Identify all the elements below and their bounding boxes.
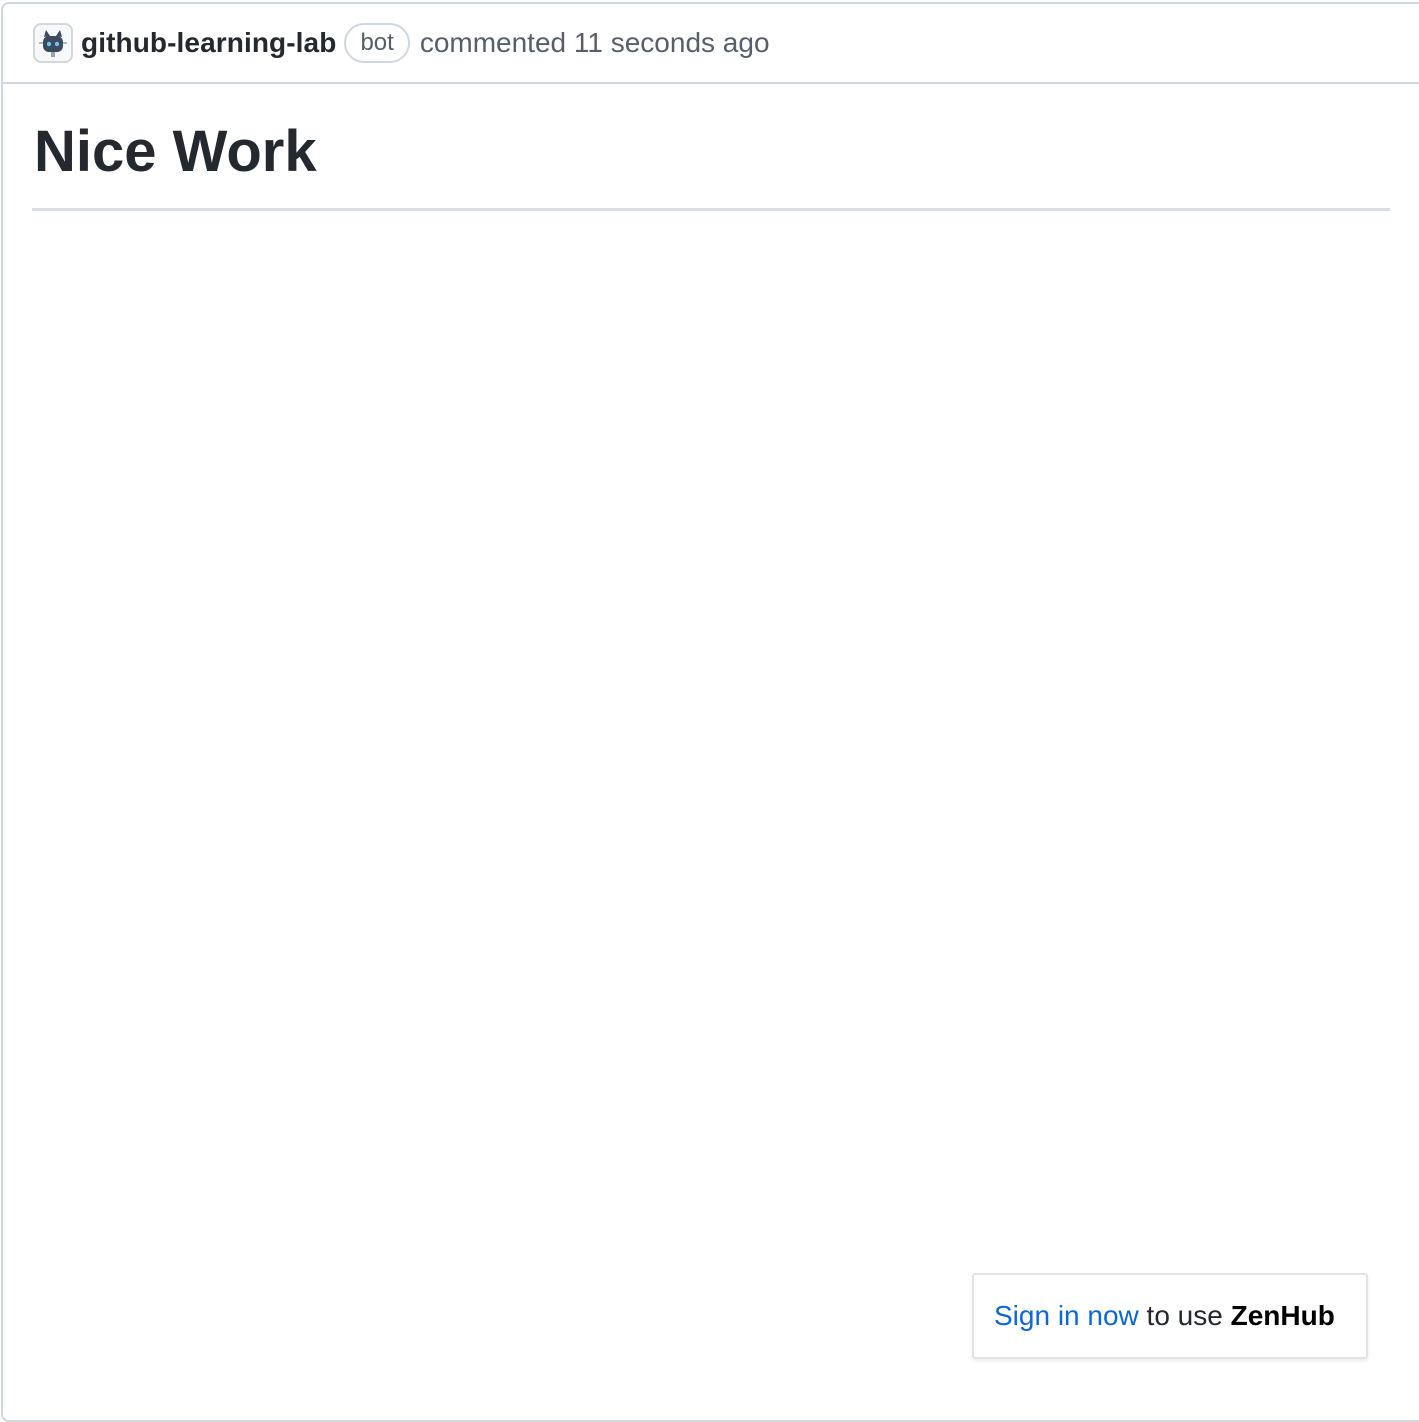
comment-heading: Nice Work xyxy=(32,114,1390,211)
zenhub-brand: ZenHub xyxy=(1230,1300,1335,1331)
bot-badge: bot xyxy=(344,23,410,63)
comment-author-link[interactable]: github-learning-lab xyxy=(81,27,336,59)
comment-header: github-learning-lab bot commented 11 sec… xyxy=(3,4,1419,84)
comment-body: Nice Work xyxy=(32,114,1390,211)
author-avatar[interactable] xyxy=(33,23,73,63)
comment-timestamp[interactable]: 11 seconds ago xyxy=(574,27,770,59)
comment-action: commented xyxy=(419,27,567,58)
zenhub-middle-text: to use xyxy=(1146,1300,1223,1331)
zenhub-sign-in-link[interactable]: Sign in now xyxy=(994,1300,1139,1332)
zenhub-signin-prompt: Sign in now to use ZenHub xyxy=(972,1273,1368,1359)
comment-container: github-learning-lab bot commented 11 sec… xyxy=(1,2,1419,1422)
octocat-robot-icon xyxy=(39,30,67,57)
